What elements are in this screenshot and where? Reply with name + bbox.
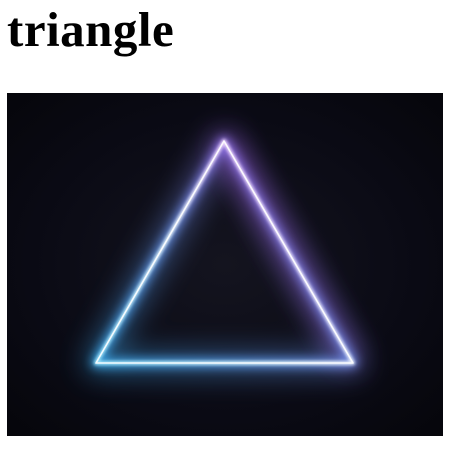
neon-triangle-icon	[7, 93, 443, 436]
page-title: triangle	[7, 2, 175, 57]
neon-triangle-image	[7, 93, 443, 436]
